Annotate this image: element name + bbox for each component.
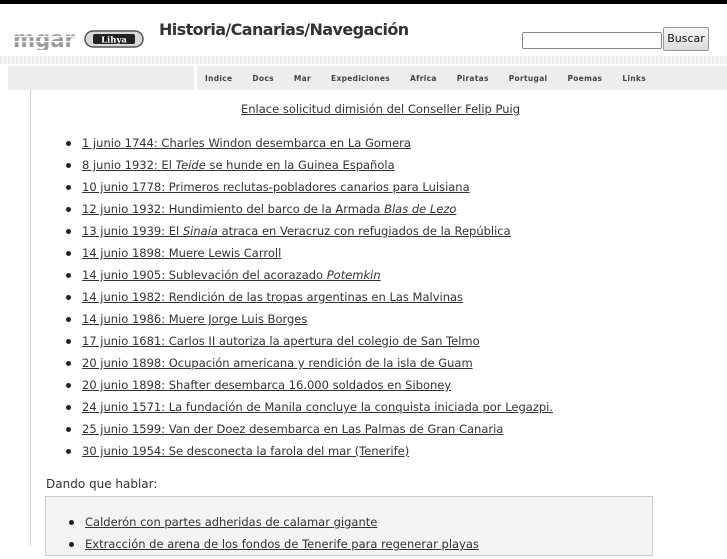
- event-text: 10 junio 1778: Primeros reclutas-poblado…: [82, 180, 470, 194]
- event-link[interactable]: 14 junio 1898: Muere Lewis Carroll: [82, 246, 281, 260]
- talk-link[interactable]: Extracción de arena de los fondos de Ten…: [85, 537, 479, 551]
- nav-item-piratas[interactable]: Piratas: [457, 74, 489, 83]
- event-link[interactable]: 12 junio 1932: Hundimiento del barco de …: [82, 202, 456, 216]
- event-text: 8 junio 1932: El: [82, 158, 176, 172]
- event-text: atraca en Veracruz con refugiados de la …: [217, 224, 511, 238]
- event-text: 12 junio 1932: Hundimiento del barco de …: [82, 202, 385, 216]
- event-link[interactable]: 20 junio 1898: Ocupación americana y ren…: [82, 356, 473, 370]
- event-link[interactable]: 10 junio 1778: Primeros reclutas-poblado…: [82, 180, 470, 194]
- event-link[interactable]: 13 junio 1939: El Sinaia atraca en Verac…: [82, 224, 511, 238]
- event-item: 17 junio 1681: Carlos II autoriza la ape…: [66, 334, 553, 356]
- search-button[interactable]: Buscar: [663, 27, 709, 51]
- lihya-badge[interactable]: Lihya: [84, 30, 144, 48]
- event-text: 17 junio 1681: Carlos II autoriza la ape…: [82, 334, 480, 348]
- event-text: 14 junio 1905: Sublevación del acorazado: [82, 268, 327, 282]
- talk-list: Calderón con partes adheridas de calamar…: [69, 515, 479, 559]
- nav-item-indice[interactable]: Indice: [205, 74, 232, 83]
- talk-section-title: Dando que hablar:: [46, 477, 158, 491]
- nav-item-portugal[interactable]: Portugal: [509, 74, 548, 83]
- nav-item-docs[interactable]: Docs: [252, 74, 274, 83]
- event-item: 25 junio 1599: Van der Doez desembarca e…: [66, 422, 553, 444]
- event-item: 13 junio 1939: El Sinaia atraca en Verac…: [66, 224, 553, 246]
- event-italic-text: Blas de Lezo: [384, 202, 457, 216]
- event-link[interactable]: 8 junio 1932: El Teide se hunde en la Gu…: [82, 158, 395, 172]
- event-text: 14 junio 1898: Muere Lewis Carroll: [82, 246, 282, 260]
- mgar-logo[interactable]: mgar: [13, 28, 75, 50]
- talk-item: Extracción de arena de los fondos de Ten…: [69, 537, 479, 559]
- event-italic-text: Potemkin: [326, 268, 381, 282]
- event-link[interactable]: 20 junio 1898: Shafter desembarca 16.000…: [82, 378, 451, 392]
- nav-item-expediciones[interactable]: Expediciones: [331, 74, 390, 83]
- nav-item-africa[interactable]: Africa: [410, 74, 437, 83]
- event-item: 1 junio 1744: Charles Windon desembarca …: [66, 136, 553, 158]
- event-text: 13 junio 1939: El: [82, 224, 183, 238]
- event-link[interactable]: 25 junio 1599: Van der Doez desembarca e…: [82, 422, 503, 436]
- event-link[interactable]: 17 junio 1681: Carlos II autoriza la ape…: [82, 334, 480, 348]
- content-left-rule: [30, 90, 31, 545]
- event-item: 20 junio 1898: Shafter desembarca 16.000…: [66, 378, 553, 400]
- event-text: 14 junio 1986: Muere Jorge Luis Borges: [82, 312, 308, 326]
- event-item: 8 junio 1932: El Teide se hunde en la Gu…: [66, 158, 553, 180]
- event-text: 30 junio 1954: Se desconecta la farola d…: [82, 444, 410, 458]
- event-item: 24 junio 1571: La fundación de Manila co…: [66, 400, 553, 422]
- event-item: 20 junio 1898: Ocupación americana y ren…: [66, 356, 553, 378]
- petition-link[interactable]: Enlace solicitud dimisión del Conseller …: [241, 102, 520, 116]
- event-text: se hunde en la Guinea Española: [205, 158, 395, 172]
- event-item: 14 junio 1905: Sublevación del acorazado…: [66, 268, 553, 290]
- talk-item: Calderón con partes adheridas de calamar…: [69, 515, 479, 537]
- lihya-badge-text: Lihya: [101, 36, 127, 46]
- event-text: 25 junio 1599: Van der Doez desembarca e…: [82, 422, 504, 436]
- search-input[interactable]: [522, 32, 662, 49]
- event-link[interactable]: 24 junio 1571: La fundación de Manila co…: [82, 400, 553, 414]
- event-item: 14 junio 1982: Rendición de las tropas a…: [66, 290, 553, 312]
- event-text: 20 junio 1898: Shafter desembarca 16.000…: [82, 378, 452, 392]
- nav-item-poemas[interactable]: Poemas: [567, 74, 602, 83]
- event-item: 10 junio 1778: Primeros reclutas-poblado…: [66, 180, 553, 202]
- event-italic-text: Teide: [175, 158, 206, 172]
- nav-item-mar[interactable]: Mar: [294, 74, 311, 83]
- event-italic-text: Sinaia: [182, 224, 218, 238]
- event-link[interactable]: 14 junio 1986: Muere Jorge Luis Borges: [82, 312, 307, 326]
- nav-menu: Indice Docs Mar Expediciones Africa Pira…: [197, 66, 666, 90]
- nav-left-panel: [8, 66, 194, 90]
- page-title: Historia/Canarias/Navegación: [159, 20, 409, 39]
- event-link[interactable]: 14 junio 1982: Rendición de las tropas a…: [82, 290, 463, 304]
- event-text: 14 junio 1982: Rendición de las tropas a…: [82, 290, 464, 304]
- events-list: 1 junio 1744: Charles Windon desembarca …: [66, 136, 553, 466]
- mgar-logo-text: mgar: [13, 28, 75, 50]
- event-text: 1 junio 1744: Charles Windon desembarca …: [82, 136, 411, 150]
- top-nav: Indice Docs Mar Expediciones Africa Pira…: [0, 66, 727, 90]
- event-link[interactable]: 30 junio 1954: Se desconecta la farola d…: [82, 444, 409, 458]
- event-link[interactable]: 1 junio 1744: Charles Windon desembarca …: [82, 136, 411, 150]
- event-item: 14 junio 1898: Muere Lewis Carroll: [66, 246, 553, 268]
- event-text: 20 junio 1898: Ocupación americana y ren…: [82, 356, 473, 370]
- talk-link[interactable]: Calderón con partes adheridas de calamar…: [85, 515, 377, 529]
- event-link[interactable]: 14 junio 1905: Sublevación del acorazado…: [82, 268, 381, 282]
- event-text: 24 junio 1571: La fundación de Manila co…: [82, 400, 554, 414]
- header-divider: [0, 56, 727, 64]
- event-item: 12 junio 1932: Hundimiento del barco de …: [66, 202, 553, 224]
- nav-item-links[interactable]: Links: [622, 74, 646, 83]
- event-item: 14 junio 1986: Muere Jorge Luis Borges: [66, 312, 553, 334]
- event-item: 30 junio 1954: Se desconecta la farola d…: [66, 444, 553, 466]
